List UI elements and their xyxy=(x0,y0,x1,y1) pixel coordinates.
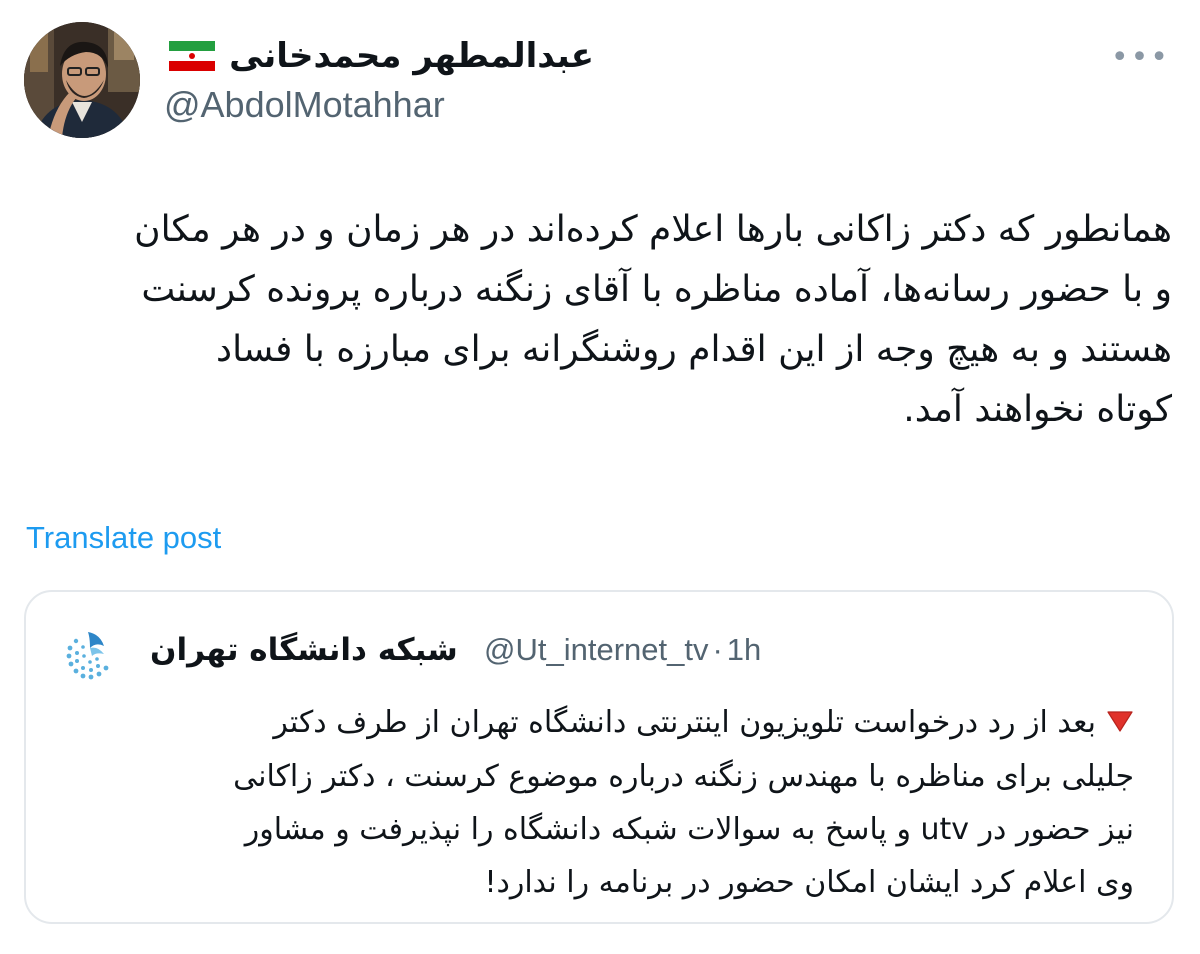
author-name-row[interactable]: عبدالمطهر محمدخانی xyxy=(169,36,594,76)
quoted-text-line: وی اعلام کرد ایشان امکان حضور در برنامه … xyxy=(484,865,1134,900)
meta-separator: · xyxy=(712,632,723,667)
quoted-author-name[interactable]: شبکه دانشگاه تهران xyxy=(150,632,458,668)
post-text: همانطور که دکتر زاکانی بارها اعلام کرده‌… xyxy=(30,200,1172,440)
quoted-author-handle[interactable]: @Ut_internet_tv xyxy=(484,632,708,667)
quoted-text: بعد از رد درخواست تلویزیون اینترنتی دانش… xyxy=(86,696,1134,909)
quoted-text-line: جلیلی برای مناظره با مهندس زنگنه درباره … xyxy=(233,759,1134,794)
red-down-triangle-icon xyxy=(1106,697,1134,750)
author-name: عبدالمطهر محمدخانی xyxy=(229,36,594,76)
quoted-text-line: بعد از رد درخواست تلویزیون اینترنتی دانش… xyxy=(86,696,1134,750)
post-text-line: همانطور که دکتر زاکانی بارها اعلام کرده‌… xyxy=(134,209,1172,250)
quoted-author-avatar[interactable] xyxy=(60,626,118,684)
post-text-line: کوتاه نخواهند آمد. xyxy=(903,389,1172,430)
tweet-screenshot: عبدالمطهر محمدخانی @AbdolMotahhar ••• هم… xyxy=(0,0,1200,954)
quoted-timestamp[interactable]: 1h xyxy=(727,632,761,667)
post-text-line: هستند و به هیچ وجه از این اقدام روشنگران… xyxy=(216,329,1172,370)
author-handle[interactable]: @AbdolMotahhar xyxy=(164,84,445,126)
quoted-text-line: نیز حضور در utv و پاسخ به سوالات شبکه دا… xyxy=(244,812,1134,847)
quoted-text-line-content: بعد از رد درخواست تلویزیون اینترنتی دانش… xyxy=(273,705,1096,740)
more-options-icon[interactable]: ••• xyxy=(1111,40,1170,75)
iran-flag-icon xyxy=(169,41,216,71)
quoted-meta: @Ut_internet_tv · 1h xyxy=(484,632,761,668)
quoted-tweet-card[interactable]: شبکه دانشگاه تهران @Ut_internet_tv · 1h بع… xyxy=(24,590,1174,924)
post-text-line: و با حضور رسانه‌ها، آماده مناظره با آقای… xyxy=(141,269,1172,310)
translate-post-link[interactable]: Translate post xyxy=(26,520,221,556)
author-avatar[interactable] xyxy=(24,22,140,138)
